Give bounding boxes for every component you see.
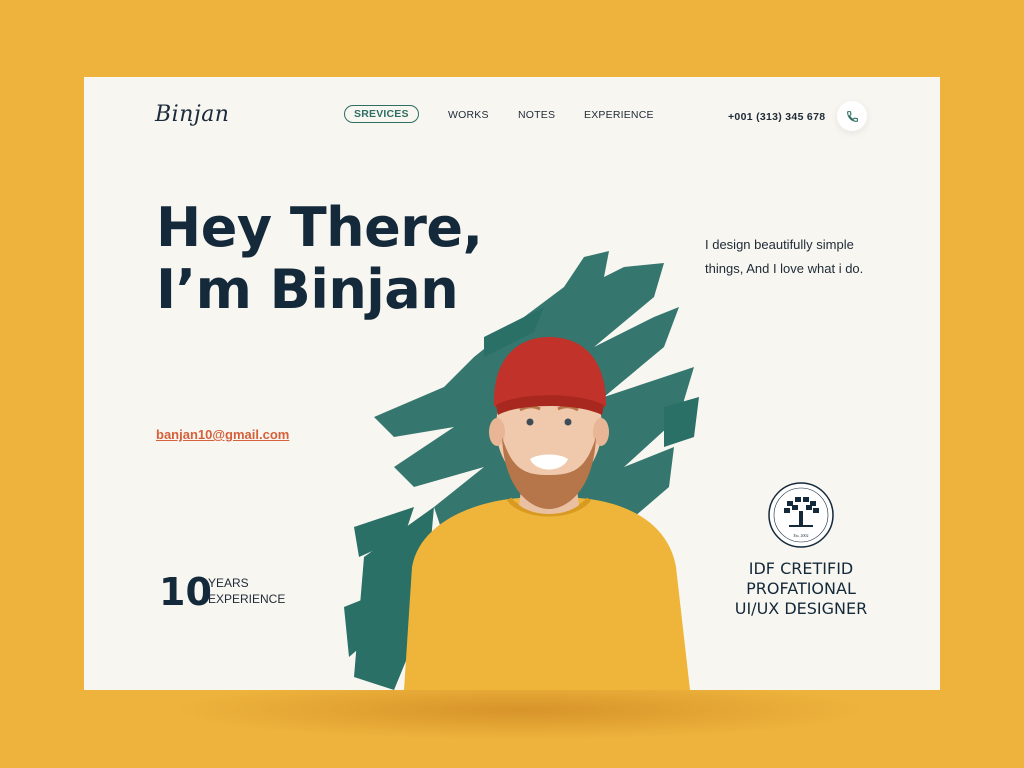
years-label: YEARS EXPERIENCE: [208, 575, 285, 607]
sweater: [404, 495, 690, 690]
nav-item-experience[interactable]: EXPERIENCE: [584, 109, 654, 121]
phone-number[interactable]: +001 (313) 345 678: [728, 111, 825, 123]
hero-portrait: [344, 251, 699, 690]
certification-badge: Est. 2002: [768, 482, 834, 548]
call-button[interactable]: [837, 101, 867, 131]
cert-line-2: PROFATIONAL: [746, 579, 856, 598]
years-label-line-1: YEARS: [208, 576, 249, 590]
badge-text: Est. 2002: [793, 533, 808, 538]
tagline-line-2: things, And I love what i do.: [705, 261, 864, 276]
hero-tagline: I design beautifully simple things, And …: [705, 233, 905, 281]
cert-line-1: IDF CRETIFID: [748, 559, 854, 578]
nav-item-works[interactable]: WORKS: [448, 109, 489, 121]
brand-logo[interactable]: Binjan: [155, 102, 229, 127]
cert-line-3: UI/UX DESIGNER: [734, 599, 868, 618]
email-link[interactable]: banjan10@gmail.com: [156, 427, 289, 442]
nav-item-notes[interactable]: NOTES: [518, 109, 555, 121]
tagline-line-1: I design beautifully simple: [705, 237, 854, 252]
years-number: 10: [159, 570, 212, 614]
landing-page-card: Binjan SREVICES WORKS NOTES EXPERIENCE +…: [84, 77, 940, 690]
years-label-line-2: EXPERIENCE: [208, 592, 286, 606]
nav-item-services[interactable]: SREVICES: [344, 105, 419, 123]
phone-icon: [846, 110, 858, 122]
certification-text: IDF CRETIFID PROFATIONAL UI/UX DESIGNER: [701, 559, 901, 619]
